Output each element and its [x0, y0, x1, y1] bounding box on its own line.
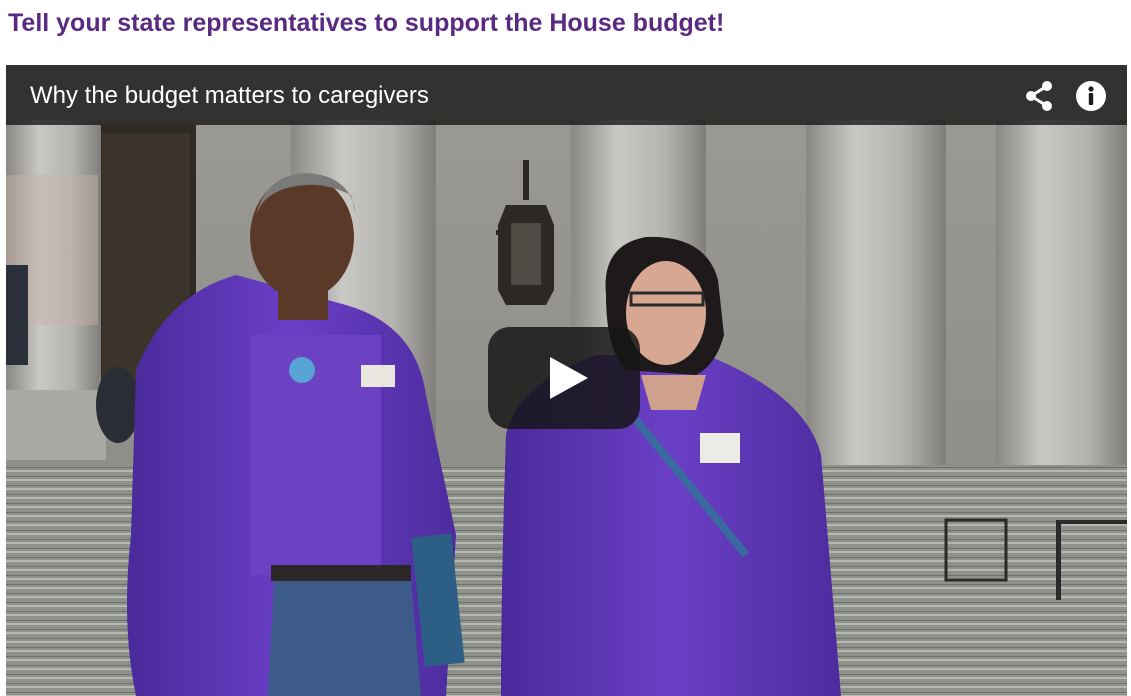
info-icon [1076, 81, 1106, 111]
info-button[interactable] [1074, 79, 1108, 113]
share-icon [1026, 81, 1052, 111]
page-heading: Tell your state representatives to suppo… [8, 9, 725, 37]
play-button[interactable] [488, 327, 640, 429]
share-button[interactable] [1022, 79, 1056, 113]
video-player[interactable]: Why the budget matters to caregivers [6, 65, 1127, 696]
play-icon [550, 357, 588, 399]
video-title-link[interactable]: Why the budget matters to caregivers [30, 82, 429, 110]
video-title-bar: Why the budget matters to caregivers [6, 65, 1127, 125]
